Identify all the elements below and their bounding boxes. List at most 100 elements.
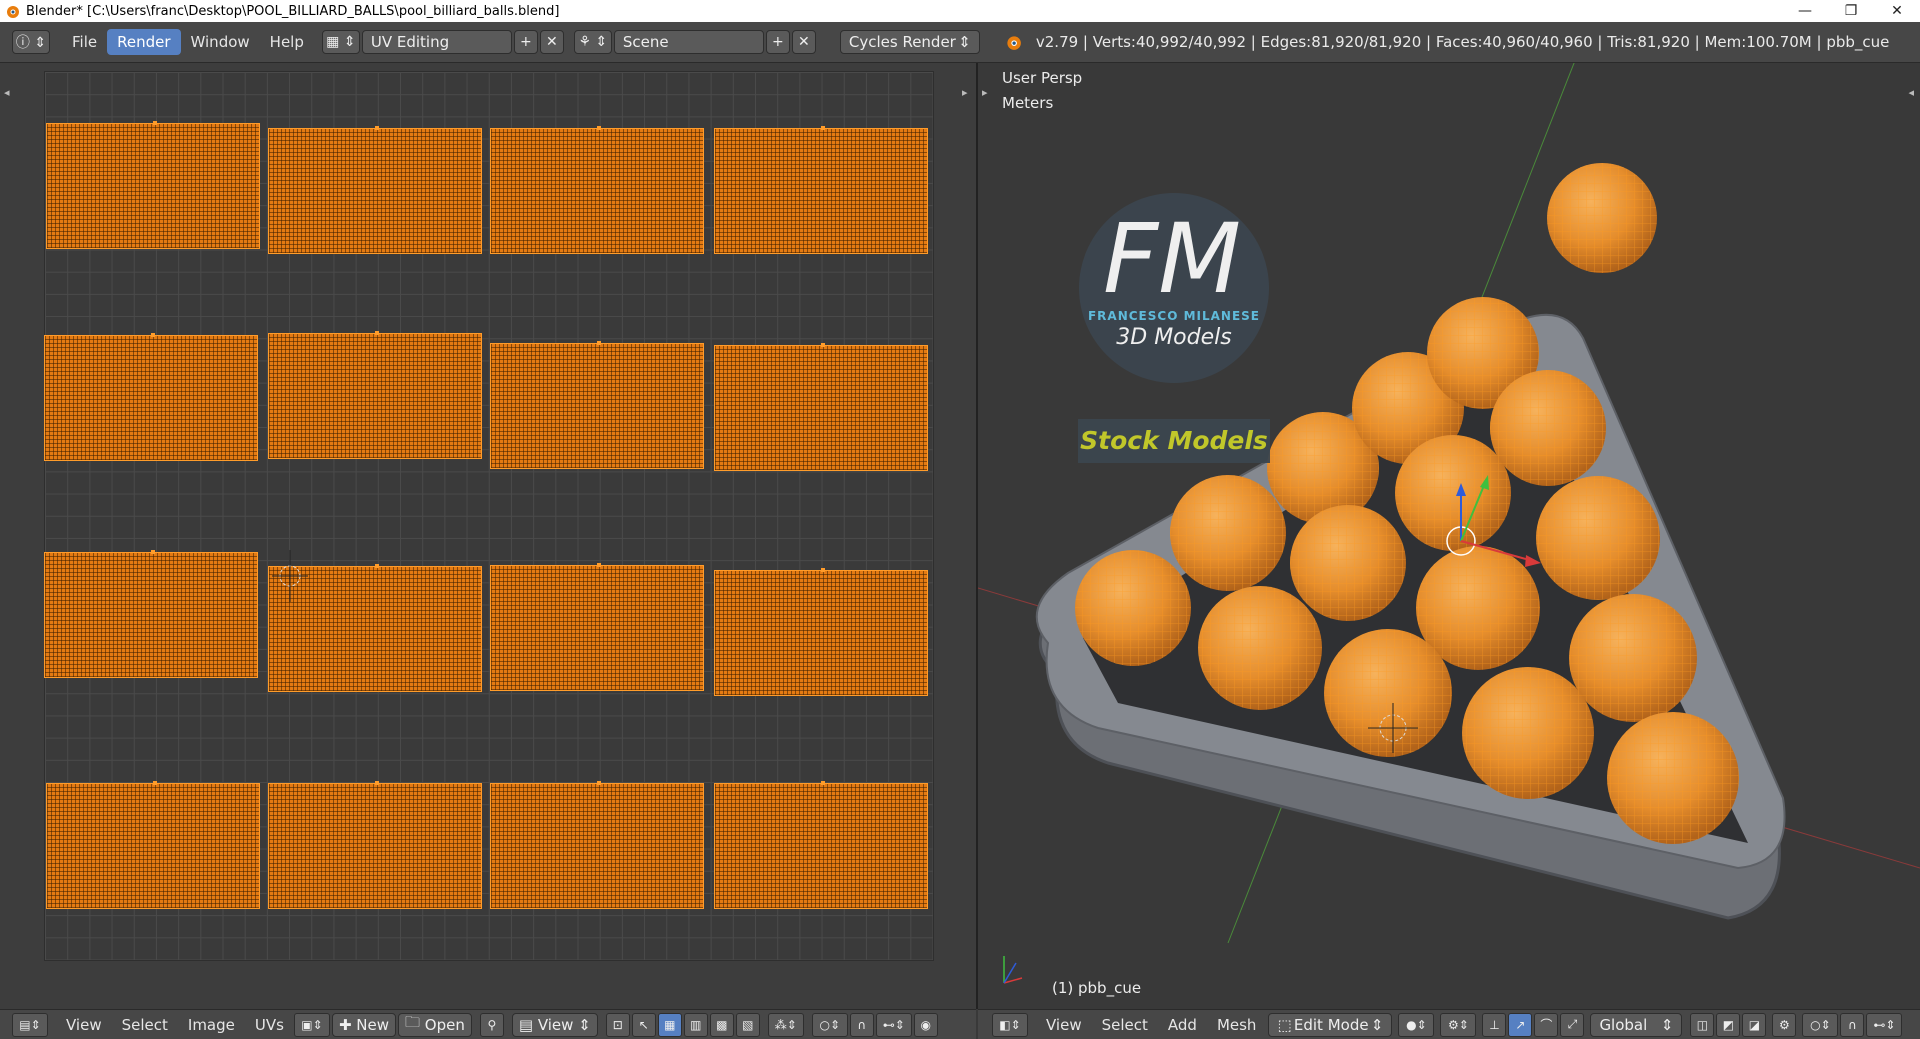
- face-mode-button[interactable]: ◪: [1742, 1012, 1767, 1037]
- vp-menu-mesh[interactable]: Mesh: [1207, 1016, 1267, 1034]
- pin-icon: ⚲: [487, 1017, 497, 1032]
- render-engine-label: Cycles Render: [848, 33, 956, 51]
- view-mode-dropdown[interactable]: ▤ View ⇕: [511, 1012, 598, 1037]
- uv-menu-view[interactable]: View: [56, 1016, 112, 1034]
- shading-dropdown[interactable]: ●⇕: [1398, 1012, 1435, 1037]
- sync-selection-button[interactable]: ↖: [631, 1012, 656, 1037]
- 3d-viewport[interactable]: ▸ ◂ User Persp Meters FM FRANCESCO MILAN…: [978, 63, 1920, 1009]
- vertex-mode-button[interactable]: ◫: [1690, 1012, 1715, 1037]
- uv-island[interactable]: [491, 341, 703, 468]
- occlude-geometry-button[interactable]: ⚙: [1772, 1012, 1797, 1037]
- blender-logo-icon: [1007, 36, 1021, 50]
- render-engine-dropdown[interactable]: Cycles Render ⇕: [839, 30, 980, 54]
- vertex-select-icon: ▦: [664, 1017, 676, 1032]
- cursor-icon: ↖: [638, 1017, 649, 1032]
- orientation-dropdown[interactable]: Global ⇕: [1590, 1012, 1683, 1037]
- edge-select-button[interactable]: ▥: [683, 1012, 708, 1037]
- vp-menu-add[interactable]: Add: [1158, 1016, 1207, 1034]
- snap-toggle-button[interactable]: ∩: [1840, 1012, 1865, 1037]
- image-editor-icon: ▤⇕: [19, 1017, 41, 1032]
- image-browse-button[interactable]: ▣⇕: [293, 1012, 330, 1037]
- scene-selector-button[interactable]: ⚘ ⇕: [573, 30, 612, 54]
- editor-type-info-button[interactable]: ⓘ ⇕: [12, 30, 50, 54]
- info-header: ⓘ ⇕ File Render Window Help ▦ ⇕ UV Editi…: [0, 22, 1920, 63]
- new-image-button[interactable]: ✚ New: [331, 1012, 396, 1037]
- add-layout-button[interactable]: +: [513, 30, 538, 54]
- remove-layout-button[interactable]: ✕: [539, 30, 564, 54]
- magnet-icon: ∩: [857, 1017, 867, 1032]
- close-button[interactable]: ✕: [1874, 0, 1920, 22]
- layout-selector-button[interactable]: ▦ ⇕: [321, 30, 360, 54]
- fm-initials: FM: [1103, 203, 1242, 315]
- uv-2d-cursor-icon[interactable]: [272, 550, 308, 602]
- editor-type-button[interactable]: ▤⇕: [12, 1012, 48, 1037]
- proportional-icon: ○⇕: [819, 1017, 841, 1032]
- rotate-button[interactable]: ⌒: [1534, 1012, 1559, 1037]
- camera-icon: ◉: [920, 1017, 931, 1032]
- mode-dropdown[interactable]: ⬚ Edit Mode ⇕: [1268, 1012, 1393, 1037]
- menu-window[interactable]: Window: [181, 29, 260, 55]
- snap-toggle-button[interactable]: ∩: [849, 1012, 874, 1037]
- uv-island[interactable]: [715, 126, 927, 253]
- manipulator-toggle[interactable]: ⊥: [1482, 1012, 1507, 1037]
- uv-island[interactable]: [715, 568, 927, 695]
- sticky-icon: ⁂⇕: [774, 1017, 797, 1032]
- scale-button[interactable]: ⤢: [1560, 1012, 1585, 1037]
- region-expand-arrow-icon[interactable]: ▸: [962, 86, 968, 99]
- remove-scene-button[interactable]: ✕: [791, 30, 816, 54]
- menu-file[interactable]: File: [62, 29, 107, 55]
- edge-mode-icon: ◩: [1722, 1017, 1735, 1032]
- scene-name-field[interactable]: Scene: [613, 30, 764, 54]
- uv-menu-uvs[interactable]: UVs: [245, 1016, 294, 1034]
- open-image-button[interactable]: 🗀 Open: [398, 1012, 472, 1037]
- face-select-button[interactable]: ▩: [709, 1012, 734, 1037]
- proportional-edit-dropdown[interactable]: ○⇕: [1802, 1012, 1839, 1037]
- render-slot-button[interactable]: ◉: [913, 1012, 938, 1037]
- uv-island[interactable]: [269, 126, 481, 253]
- uv-island[interactable]: [47, 121, 259, 248]
- uv-island[interactable]: [715, 343, 927, 470]
- add-scene-button[interactable]: +: [765, 30, 790, 54]
- uv-island[interactable]: [45, 550, 257, 677]
- fm-logo-circle: FM FRANCESCO MILANESE 3D Models: [1079, 193, 1269, 383]
- layout-name-field[interactable]: UV Editing: [361, 30, 512, 54]
- editor-type-button[interactable]: ◧⇕: [992, 1012, 1028, 1037]
- sticky-select-dropdown[interactable]: ⁂⇕: [767, 1012, 804, 1037]
- pin-button[interactable]: ⚲: [479, 1012, 504, 1037]
- scene-stats: v2.79 | Verts:40,992/40,992 | Edges:81,9…: [1035, 33, 1890, 51]
- edge-mode-button[interactable]: ◩: [1716, 1012, 1741, 1037]
- occlude-icon: ⚙: [1779, 1017, 1790, 1032]
- uv-island[interactable]: [45, 333, 257, 460]
- uv-island[interactable]: [491, 781, 703, 908]
- view-icon: ▤: [518, 1015, 538, 1034]
- uv-island[interactable]: [269, 331, 481, 458]
- pivot-button[interactable]: ⊡: [605, 1012, 630, 1037]
- vp-menu-view[interactable]: View: [1036, 1016, 1092, 1034]
- uv-island[interactable]: [269, 781, 481, 908]
- minimize-button[interactable]: —: [1782, 0, 1828, 22]
- uv-canvas[interactable]: [44, 71, 934, 961]
- uv-image-editor[interactable]: ◂ ▸: [0, 63, 976, 1009]
- island-select-button[interactable]: ▧: [735, 1012, 760, 1037]
- layout-grid-icon: ▦ ⇕: [326, 34, 356, 50]
- blender-logo-icon: [7, 6, 19, 18]
- pivot-dropdown[interactable]: ⚙⇕: [1440, 1012, 1477, 1037]
- snap-element-dropdown[interactable]: ⊷⇕: [1866, 1012, 1903, 1037]
- menu-help[interactable]: Help: [260, 29, 314, 55]
- menu-render[interactable]: Render: [107, 29, 181, 55]
- plus-icon: +: [520, 34, 532, 50]
- translate-button[interactable]: ↗: [1508, 1012, 1533, 1037]
- uv-island[interactable]: [47, 781, 259, 908]
- proportional-edit-dropdown[interactable]: ○⇕: [811, 1012, 848, 1037]
- region-expand-arrow-icon[interactable]: ◂: [4, 86, 10, 99]
- snap-element-dropdown[interactable]: ⊷⇕: [875, 1012, 912, 1037]
- uv-island[interactable]: [491, 563, 703, 690]
- uv-menu-image[interactable]: Image: [178, 1016, 245, 1034]
- maximize-button[interactable]: ❐: [1828, 0, 1874, 22]
- uv-menu-select[interactable]: Select: [112, 1016, 178, 1034]
- uv-island[interactable]: [491, 126, 703, 253]
- uv-island[interactable]: [715, 781, 927, 908]
- arrow-icon: ↗: [1515, 1017, 1526, 1032]
- vp-menu-select[interactable]: Select: [1092, 1016, 1158, 1034]
- vertex-select-button[interactable]: ▦: [657, 1012, 682, 1037]
